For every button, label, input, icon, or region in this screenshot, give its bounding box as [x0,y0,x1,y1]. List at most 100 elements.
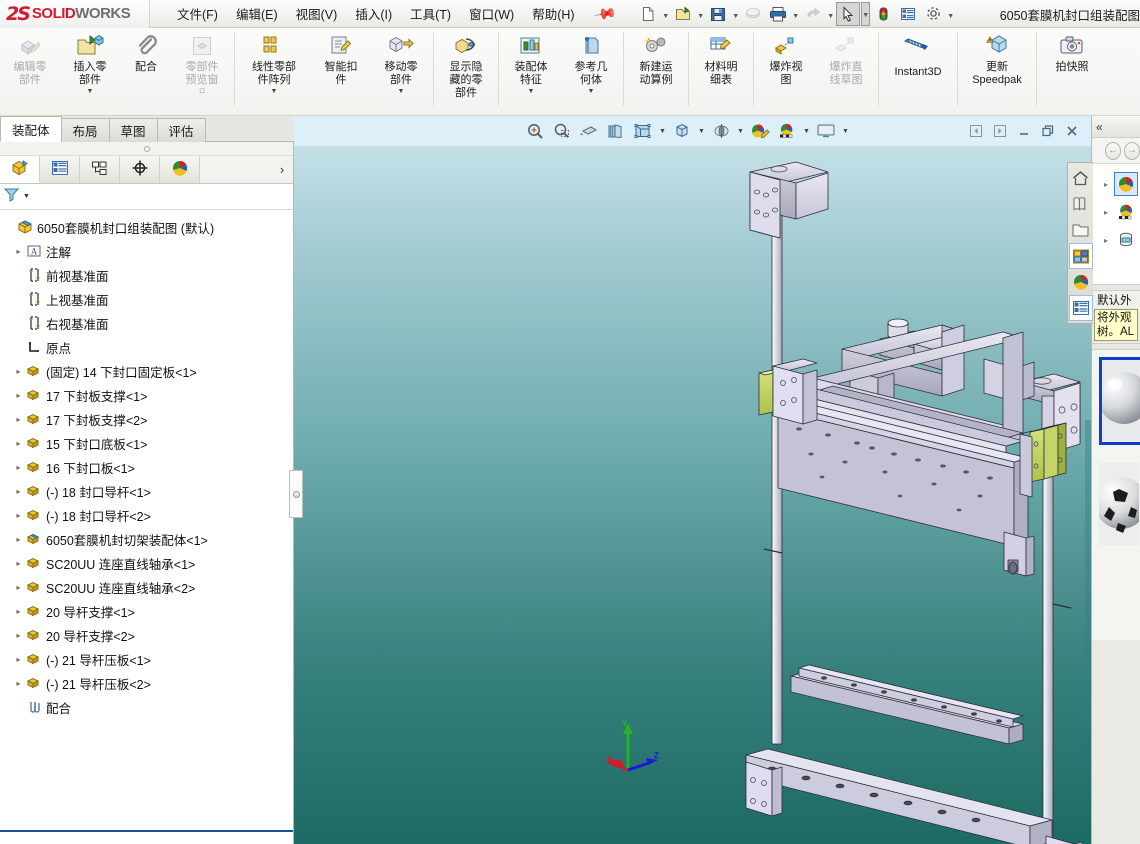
feature-manager-tab[interactable] [0,156,40,183]
print-button[interactable] [766,2,790,26]
panel-grip-handle[interactable] [0,142,293,156]
ribbon-take-snapshot[interactable]: 拍快照 [1039,28,1105,114]
tree-item-part-17-1[interactable]: ▸ 17 下封板支撑<1> [4,383,293,407]
filter-caret-icon[interactable]: ▼ [23,193,30,200]
task-forward-button[interactable]: → [1124,141,1140,160]
chevron-down-icon[interactable]: ▼ [528,88,535,95]
options-button[interactable] [921,2,945,26]
undo-button[interactable] [801,2,825,26]
ribbon-insert-component[interactable]: 插入零 部件 ▼ [60,28,120,114]
ribbon-move-component[interactable]: 移动零 部件 ▼ [371,28,431,114]
ribbon-component-preview[interactable]: 零部件 预览窗 □ [172,28,232,114]
menu-edit[interactable]: 编辑(E) [227,0,287,27]
print-preview-button[interactable] [741,2,765,26]
scene-eye-button[interactable] [708,119,734,143]
file-properties-button[interactable] [896,2,920,26]
ribbon-update-speedpak[interactable]: 更新 Speedpak [960,28,1034,114]
tree-expander[interactable]: ▸ [13,367,24,376]
tree-expander[interactable]: ▸ [13,631,24,640]
task-file-explorer-icon[interactable] [1069,217,1093,243]
tree-item-sc20uu-1[interactable]: ▸ SC20UU 连座直线轴承<1> [4,551,293,575]
tree-expander[interactable]: ▸ [13,655,24,664]
tree-item-part-18-2[interactable]: ▸ (-) 18 封口导杆<2> [4,503,293,527]
tree-item-part-15[interactable]: ▸ 15 下封口底板<1> [4,431,293,455]
menu-view[interactable]: 视图(V) [287,0,347,27]
menu-file[interactable]: 文件(F) [168,0,227,27]
assembly-model-3d[interactable] [294,144,1091,844]
zoom-to-fit-button[interactable] [522,119,548,143]
tree-expander[interactable]: ▸ [13,415,24,424]
section-view-button[interactable] [576,119,602,143]
tree-expander[interactable]: ▸ [13,247,24,256]
previous-view-button[interactable] [965,120,987,142]
apply-scene-caret-icon[interactable]: ▼ [801,119,812,143]
edit-appearance-button[interactable] [747,119,773,143]
task-design-library-icon[interactable] [1069,191,1093,217]
display-style-button[interactable] [630,119,656,143]
tab-assembly[interactable]: 装配体 [0,116,62,142]
open-document-caret-icon[interactable]: ▼ [696,2,705,26]
tree-expander[interactable]: ▸ [13,679,24,688]
decals-node[interactable]: ▸ [1092,226,1140,254]
tree-item-part-18-1[interactable]: ▸ (-) 18 封口导杆<1> [4,479,293,503]
options-caret-icon[interactable]: ▼ [946,2,955,26]
next-view-button[interactable] [989,120,1011,142]
tree-item-mates[interactable]: 配合 [4,695,293,719]
new-document-button[interactable] [636,2,660,26]
save-caret-icon[interactable]: ▼ [731,2,740,26]
ribbon-assembly-features[interactable]: 装配体 特征 ▼ [501,28,561,114]
appearances-node[interactable]: ▸ [1092,170,1140,198]
tree-item-top-plane[interactable]: 上视基准面 [4,287,293,311]
tree-expander[interactable]: ▸ [1104,236,1114,245]
close-button[interactable] [1061,120,1083,142]
tree-item-part-20-2[interactable]: ▸ 20 导杆支撑<2> [4,623,293,647]
tree-expander[interactable]: ▸ [13,439,24,448]
tree-item-front-plane[interactable]: 前视基准面 [4,263,293,287]
tree-expander[interactable]: ▸ [1104,180,1114,189]
tab-layout[interactable]: 布局 [60,118,110,142]
menu-window[interactable]: 窗口(W) [460,0,523,27]
print-caret-icon[interactable]: ▼ [791,2,800,26]
ribbon-smart-fasteners[interactable]: 智能扣件 [311,28,371,114]
panel-more-tabs-chevron-icon[interactable]: › [271,156,293,183]
scene-eye-caret-icon[interactable]: ▼ [735,119,746,143]
tree-root-assembly[interactable]: 6050套膜机封口组装配图 (默认) [4,215,293,239]
undo-caret-icon[interactable]: ▼ [826,2,835,26]
view-settings-caret-icon[interactable]: ▼ [840,119,851,143]
save-button[interactable] [706,2,730,26]
tree-expander[interactable]: ▸ [13,583,24,592]
menu-tools[interactable]: 工具(T) [401,0,460,27]
display-manager-tab[interactable] [160,156,200,183]
tree-item-subassembly[interactable]: ▸ 6050套膜机封切架装配体<1> [4,527,293,551]
rebuild-button[interactable] [871,2,895,26]
ribbon-new-motion-study[interactable]: 新建运 动算例 [626,28,686,114]
tree-expander[interactable]: ▸ [13,463,24,472]
new-document-caret-icon[interactable]: ▼ [661,2,670,26]
tree-expander[interactable]: ▸ [13,607,24,616]
tree-filter-bar[interactable]: ▼ [0,184,293,210]
minimize-button[interactable] [1013,120,1035,142]
appearance-thumb-soccer[interactable] [1099,463,1140,551]
ribbon-bill-of-materials[interactable]: 材料明 细表 [691,28,751,114]
tree-item-part-17-2[interactable]: ▸ 17 下封板支撑<2> [4,407,293,431]
task-home-icon[interactable] [1069,165,1093,191]
tree-expander[interactable]: ▸ [13,487,24,496]
ribbon-mate[interactable]: 配合 [120,28,172,114]
task-view-palette-icon[interactable] [1068,243,1093,269]
task-custom-properties-icon[interactable] [1068,295,1093,321]
tree-item-origin[interactable]: 原点 [4,335,293,359]
menu-insert[interactable]: 插入(I) [346,0,401,27]
hide-show-items-button[interactable] [669,119,695,143]
tree-item-annotations[interactable]: ▸ A 注解 [4,239,293,263]
ribbon-explode-line-sketch[interactable]: 爆炸直 线草图 [816,28,876,114]
tree-expander[interactable]: ▸ [13,535,24,544]
pushpin-icon[interactable]: 📌 [592,1,618,27]
select-button[interactable] [836,1,861,26]
tree-expander[interactable]: ▸ [13,391,24,400]
tree-item-part-14[interactable]: ▸ (固定) 14 下封口固定板<1> [4,359,293,383]
ribbon-exploded-view[interactable]: 爆炸视图 [756,28,816,114]
tab-sketch[interactable]: 草图 [108,118,158,142]
task-pane-collapse-chevron-icon[interactable]: « [1096,120,1103,134]
apply-scene-button[interactable] [774,119,800,143]
chevron-down-icon[interactable]: ▼ [87,88,94,95]
